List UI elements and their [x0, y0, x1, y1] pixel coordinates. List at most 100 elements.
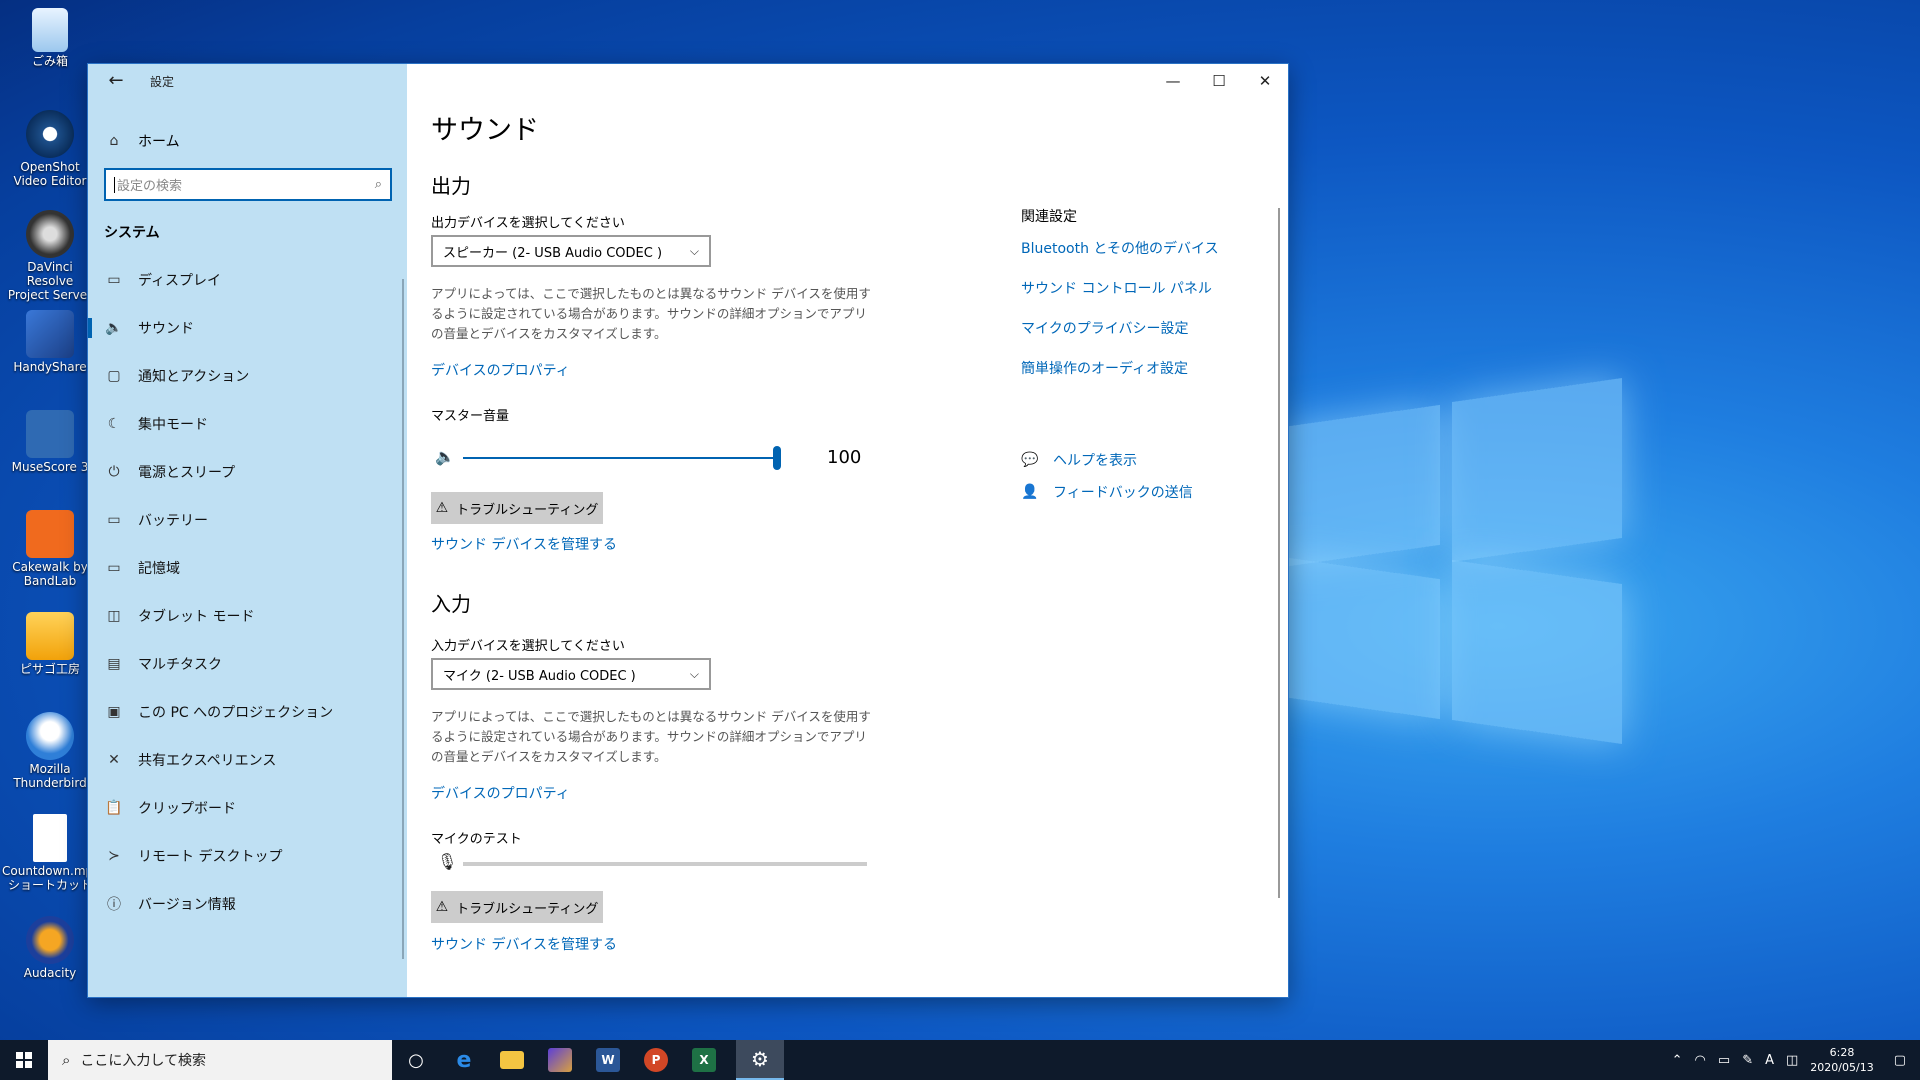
- back-button[interactable]: ←: [104, 70, 128, 92]
- desktop-icon-audacity[interactable]: Audacity: [0, 916, 100, 980]
- chevron-up-icon[interactable]: ⌃: [1672, 1053, 1683, 1068]
- sidebar-item-power[interactable]: ⏻ 電源とスリープ: [88, 448, 404, 496]
- output-troubleshoot-button[interactable]: ⚠ トラブルシューティング: [431, 492, 603, 524]
- microphone-icon: 🎙: [437, 852, 458, 871]
- input-device-dropdown[interactable]: マイク (2- USB Audio CODEC ) ⌵: [431, 658, 711, 690]
- speaker-icon[interactable]: 🔈: [435, 447, 455, 466]
- sidebar-item-multitask[interactable]: ▤ マルチタスク: [88, 640, 404, 688]
- input-description: アプリによっては、ここで選択したものとは異なるサウンド デバイスを使用するように…: [431, 709, 871, 764]
- app-icon: [26, 612, 74, 660]
- word-icon: W: [596, 1048, 620, 1072]
- sidebar-item-focus[interactable]: ☾ 集中モード: [88, 400, 404, 448]
- close-button[interactable]: ✕: [1242, 64, 1288, 98]
- file-icon: [33, 814, 67, 862]
- taskbar-search-box[interactable]: ⌕ ここに入力して検索: [48, 1040, 392, 1080]
- volume-value: 100: [827, 447, 862, 468]
- taskbar-edge[interactable]: e: [440, 1040, 488, 1080]
- taskbar-file-explorer[interactable]: [488, 1040, 536, 1080]
- warning-icon: ⚠: [435, 899, 449, 915]
- output-manage-devices-link[interactable]: サウンド デバイスを管理する: [431, 534, 617, 554]
- taskbar-word[interactable]: W: [584, 1040, 632, 1080]
- get-help-link[interactable]: 💬 ヘルプを表示: [1021, 444, 1261, 476]
- sidebar-item-remote[interactable]: ≻ リモート デスクトップ: [88, 832, 404, 880]
- search-icon: ⌕: [374, 177, 382, 192]
- multitask-icon: ▤: [107, 656, 121, 672]
- powerpoint-icon: P: [644, 1048, 668, 1072]
- volume-slider-thumb[interactable]: [773, 446, 781, 470]
- battery-icon[interactable]: ▭: [1718, 1053, 1730, 1068]
- desktop-icon-handyshare[interactable]: HandyShare: [0, 310, 100, 374]
- tablet-icon: ◫: [107, 608, 121, 624]
- sidebar-item-battery[interactable]: ▭ バッテリー: [88, 496, 404, 544]
- desktop-icon-musescore[interactable]: MuseScore 3: [0, 410, 100, 474]
- notifications-icon[interactable]: ▢: [1894, 1053, 1906, 1068]
- desktop-icon-thunderbird[interactable]: Mozilla Thunderbird: [0, 712, 100, 790]
- battery-icon: ▭: [107, 512, 121, 528]
- taskbar-excel[interactable]: X: [680, 1040, 728, 1080]
- input-properties-link[interactable]: デバイスのプロパティ: [431, 783, 570, 803]
- desktop-icon-countdown[interactable]: Countdown.mp4 ショートカット: [0, 814, 101, 892]
- input-troubleshoot-button[interactable]: ⚠ トラブルシューティング: [431, 891, 603, 923]
- ime-indicator[interactable]: A: [1765, 1053, 1774, 1068]
- speaker-icon: 🔈: [105, 320, 123, 336]
- related-settings: 関連設定 Bluetooth とその他のデバイス サウンド コントロール パネル…: [1021, 206, 1261, 398]
- mic-test-row: 🎙: [431, 850, 871, 876]
- handyshare-icon: [26, 310, 74, 358]
- sidebar-item-home[interactable]: ⌂ ホーム: [104, 126, 394, 156]
- desktop-icon-app[interactable]: ピサゴ工房: [0, 612, 100, 676]
- gear-icon: ⚙: [751, 1047, 769, 1071]
- pen-icon[interactable]: ✎: [1742, 1053, 1753, 1068]
- windows-start-icon: [16, 1052, 32, 1068]
- window-title: 設定: [150, 75, 175, 89]
- sidebar-item-shared[interactable]: ✕ 共有エクスペリエンス: [88, 736, 404, 784]
- taskbar-settings[interactable]: ⚙: [736, 1040, 784, 1080]
- output-properties-link[interactable]: デバイスのプロパティ: [431, 360, 570, 380]
- feedback-link[interactable]: 👤 フィードバックの送信: [1021, 476, 1261, 508]
- cakewalk-icon: [26, 510, 74, 558]
- sidebar-item-tablet[interactable]: ◫ タブレット モード: [88, 592, 404, 640]
- input-heading: 入力: [431, 592, 471, 616]
- ime-mode-icon[interactable]: ◫: [1786, 1053, 1798, 1068]
- taskbar-app[interactable]: [536, 1040, 584, 1080]
- warning-icon: ⚠: [435, 500, 449, 516]
- related-link-mic-privacy[interactable]: マイクのプライバシー設定: [1021, 318, 1261, 358]
- home-icon: ⌂: [109, 133, 119, 149]
- clock-time: 6:28: [1829, 1046, 1855, 1059]
- taskbar-cortana[interactable]: ○: [392, 1040, 440, 1080]
- taskbar-powerpoint[interactable]: P: [632, 1040, 680, 1080]
- main-scrollbar[interactable]: [1278, 208, 1280, 898]
- minimize-button[interactable]: —: [1150, 64, 1196, 98]
- settings-search-input[interactable]: 設定の検索 ⌕: [104, 168, 392, 201]
- main-content: サウンド 出力 出力デバイスを選択してください スピーカー (2- USB Au…: [407, 98, 1280, 997]
- clock-date: 2020/05/13: [1810, 1061, 1874, 1074]
- master-volume-row: 🔈 100: [431, 443, 871, 473]
- related-link-sound-control-panel[interactable]: サウンド コントロール パネル: [1021, 278, 1261, 318]
- network-icon[interactable]: ◠: [1695, 1053, 1706, 1068]
- search-placeholder: 設定の検索: [117, 179, 183, 194]
- recycle-bin-icon: [32, 8, 68, 52]
- sidebar-item-projection[interactable]: ▣ この PC へのプロジェクション: [88, 688, 404, 736]
- desktop-icon-openshot[interactable]: OpenShot Video Editor: [0, 110, 100, 188]
- moon-icon: ☾: [107, 416, 121, 432]
- desktop-icon-davinci[interactable]: DaVinci Resolve Project Server: [0, 210, 100, 302]
- desktop-icon-cakewalk[interactable]: Cakewalk by BandLab: [0, 510, 100, 588]
- sidebar-item-display[interactable]: ▭ ディスプレイ: [88, 256, 404, 304]
- sidebar-item-about[interactable]: ⓘ バージョン情報: [88, 880, 404, 928]
- start-button[interactable]: [0, 1040, 48, 1080]
- clock[interactable]: 6:28 2020/05/13: [1810, 1045, 1873, 1075]
- sidebar-item-clipboard[interactable]: 📋 クリップボード: [88, 784, 404, 832]
- maximize-button[interactable]: ☐: [1196, 64, 1242, 98]
- input-manage-devices-link[interactable]: サウンド デバイスを管理する: [431, 934, 617, 954]
- desktop-icon-recycle-bin[interactable]: ごみ箱: [0, 8, 100, 68]
- edge-icon: e: [456, 1047, 472, 1073]
- settings-window: ⌂ ホーム 設定の検索 ⌕ システム ▭ ディスプレイ 🔈 サウンド ▢ 通知とアクシ…: [88, 64, 1288, 997]
- sidebar-item-notifications[interactable]: ▢ 通知とアクション: [88, 352, 404, 400]
- sidebar-item-sound[interactable]: 🔈 サウンド: [88, 304, 404, 352]
- sidebar-nav: ▭ ディスプレイ 🔈 サウンド ▢ 通知とアクション ☾ 集中モード ⏻ 電源とスリープ …: [88, 256, 404, 928]
- mic-level-meter: [463, 862, 867, 866]
- related-link-bluetooth[interactable]: Bluetooth とその他のデバイス: [1021, 238, 1261, 278]
- sidebar-item-storage[interactable]: ▭ 記憶域: [88, 544, 404, 592]
- related-link-ease-of-access-audio[interactable]: 簡単操作のオーディオ設定: [1021, 358, 1261, 398]
- musescore-icon: [26, 410, 74, 458]
- output-device-dropdown[interactable]: スピーカー (2- USB Audio CODEC ) ⌵: [431, 235, 711, 267]
